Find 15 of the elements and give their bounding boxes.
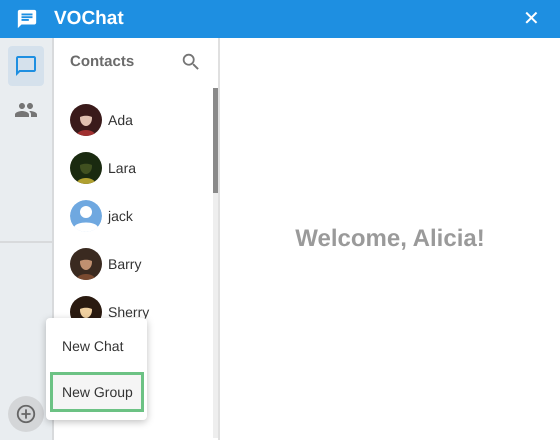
contact-item[interactable]: Barry bbox=[54, 240, 211, 288]
avatar-icon bbox=[70, 200, 102, 232]
add-button[interactable] bbox=[8, 396, 44, 432]
menu-item[interactable]: New Group bbox=[50, 372, 144, 412]
welcome-message: Welcome, Alicia! bbox=[295, 224, 485, 254]
contact-item[interactable]: Lara bbox=[54, 144, 211, 192]
nav-tab[interactable] bbox=[8, 46, 44, 86]
plus-icon bbox=[15, 403, 37, 425]
panel-title: Contacts bbox=[70, 52, 134, 72]
contact-item[interactable]: Ada bbox=[54, 96, 211, 144]
scrollbar[interactable] bbox=[213, 88, 218, 438]
chat-icon bbox=[14, 54, 38, 78]
chat-icon bbox=[16, 8, 38, 30]
window-title: VOChat bbox=[54, 6, 125, 31]
contact-item[interactable]: jack bbox=[54, 192, 211, 240]
